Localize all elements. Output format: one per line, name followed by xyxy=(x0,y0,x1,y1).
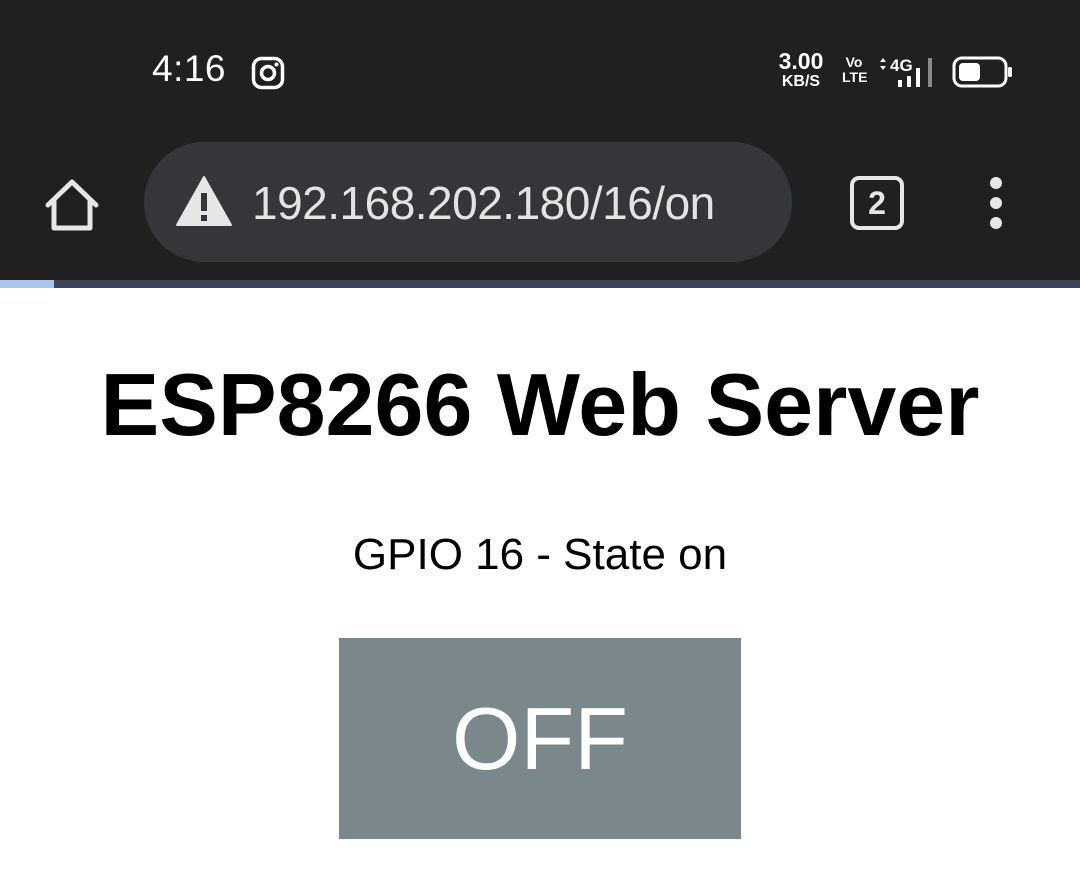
instagram-icon xyxy=(251,56,285,90)
signal-icon: 4G xyxy=(880,56,932,87)
home-icon[interactable] xyxy=(40,174,104,238)
tab-switcher-button[interactable]: 2 xyxy=(850,176,904,230)
address-bar[interactable]: 192.168.202.180/16/on xyxy=(144,142,792,262)
page-load-progress-fill xyxy=(0,280,54,288)
gpio-state-text: GPIO 16 - State on xyxy=(352,530,728,579)
status-bar: 4:16 3.00 KB/S Vo LTE 4G xyxy=(0,0,1080,136)
network-type-label: 4G xyxy=(890,56,913,75)
battery-icon xyxy=(952,56,1012,88)
battery-fill xyxy=(959,63,980,81)
off-button[interactable]: OFF xyxy=(339,638,741,839)
network-speed: 3.00 KB/S xyxy=(773,50,829,90)
volte-top: Vo xyxy=(845,54,863,70)
page-load-progress xyxy=(0,280,1080,288)
page-title: ESP8266 Web Server xyxy=(100,355,980,454)
url-text[interactable]: 192.168.202.180/16/on xyxy=(252,176,715,230)
network-speed-value: 3.00 xyxy=(778,48,824,74)
volte-indicator: Vo LTE xyxy=(842,54,868,85)
warning-icon[interactable] xyxy=(174,174,234,228)
browser-toolbar: 192.168.202.180/16/on 2 xyxy=(0,136,1080,280)
network-speed-unit: KB/S xyxy=(781,73,821,90)
volte-bottom: LTE xyxy=(842,69,868,85)
status-time: 4:16 xyxy=(152,48,227,89)
more-vertical-icon[interactable] xyxy=(982,176,1010,232)
